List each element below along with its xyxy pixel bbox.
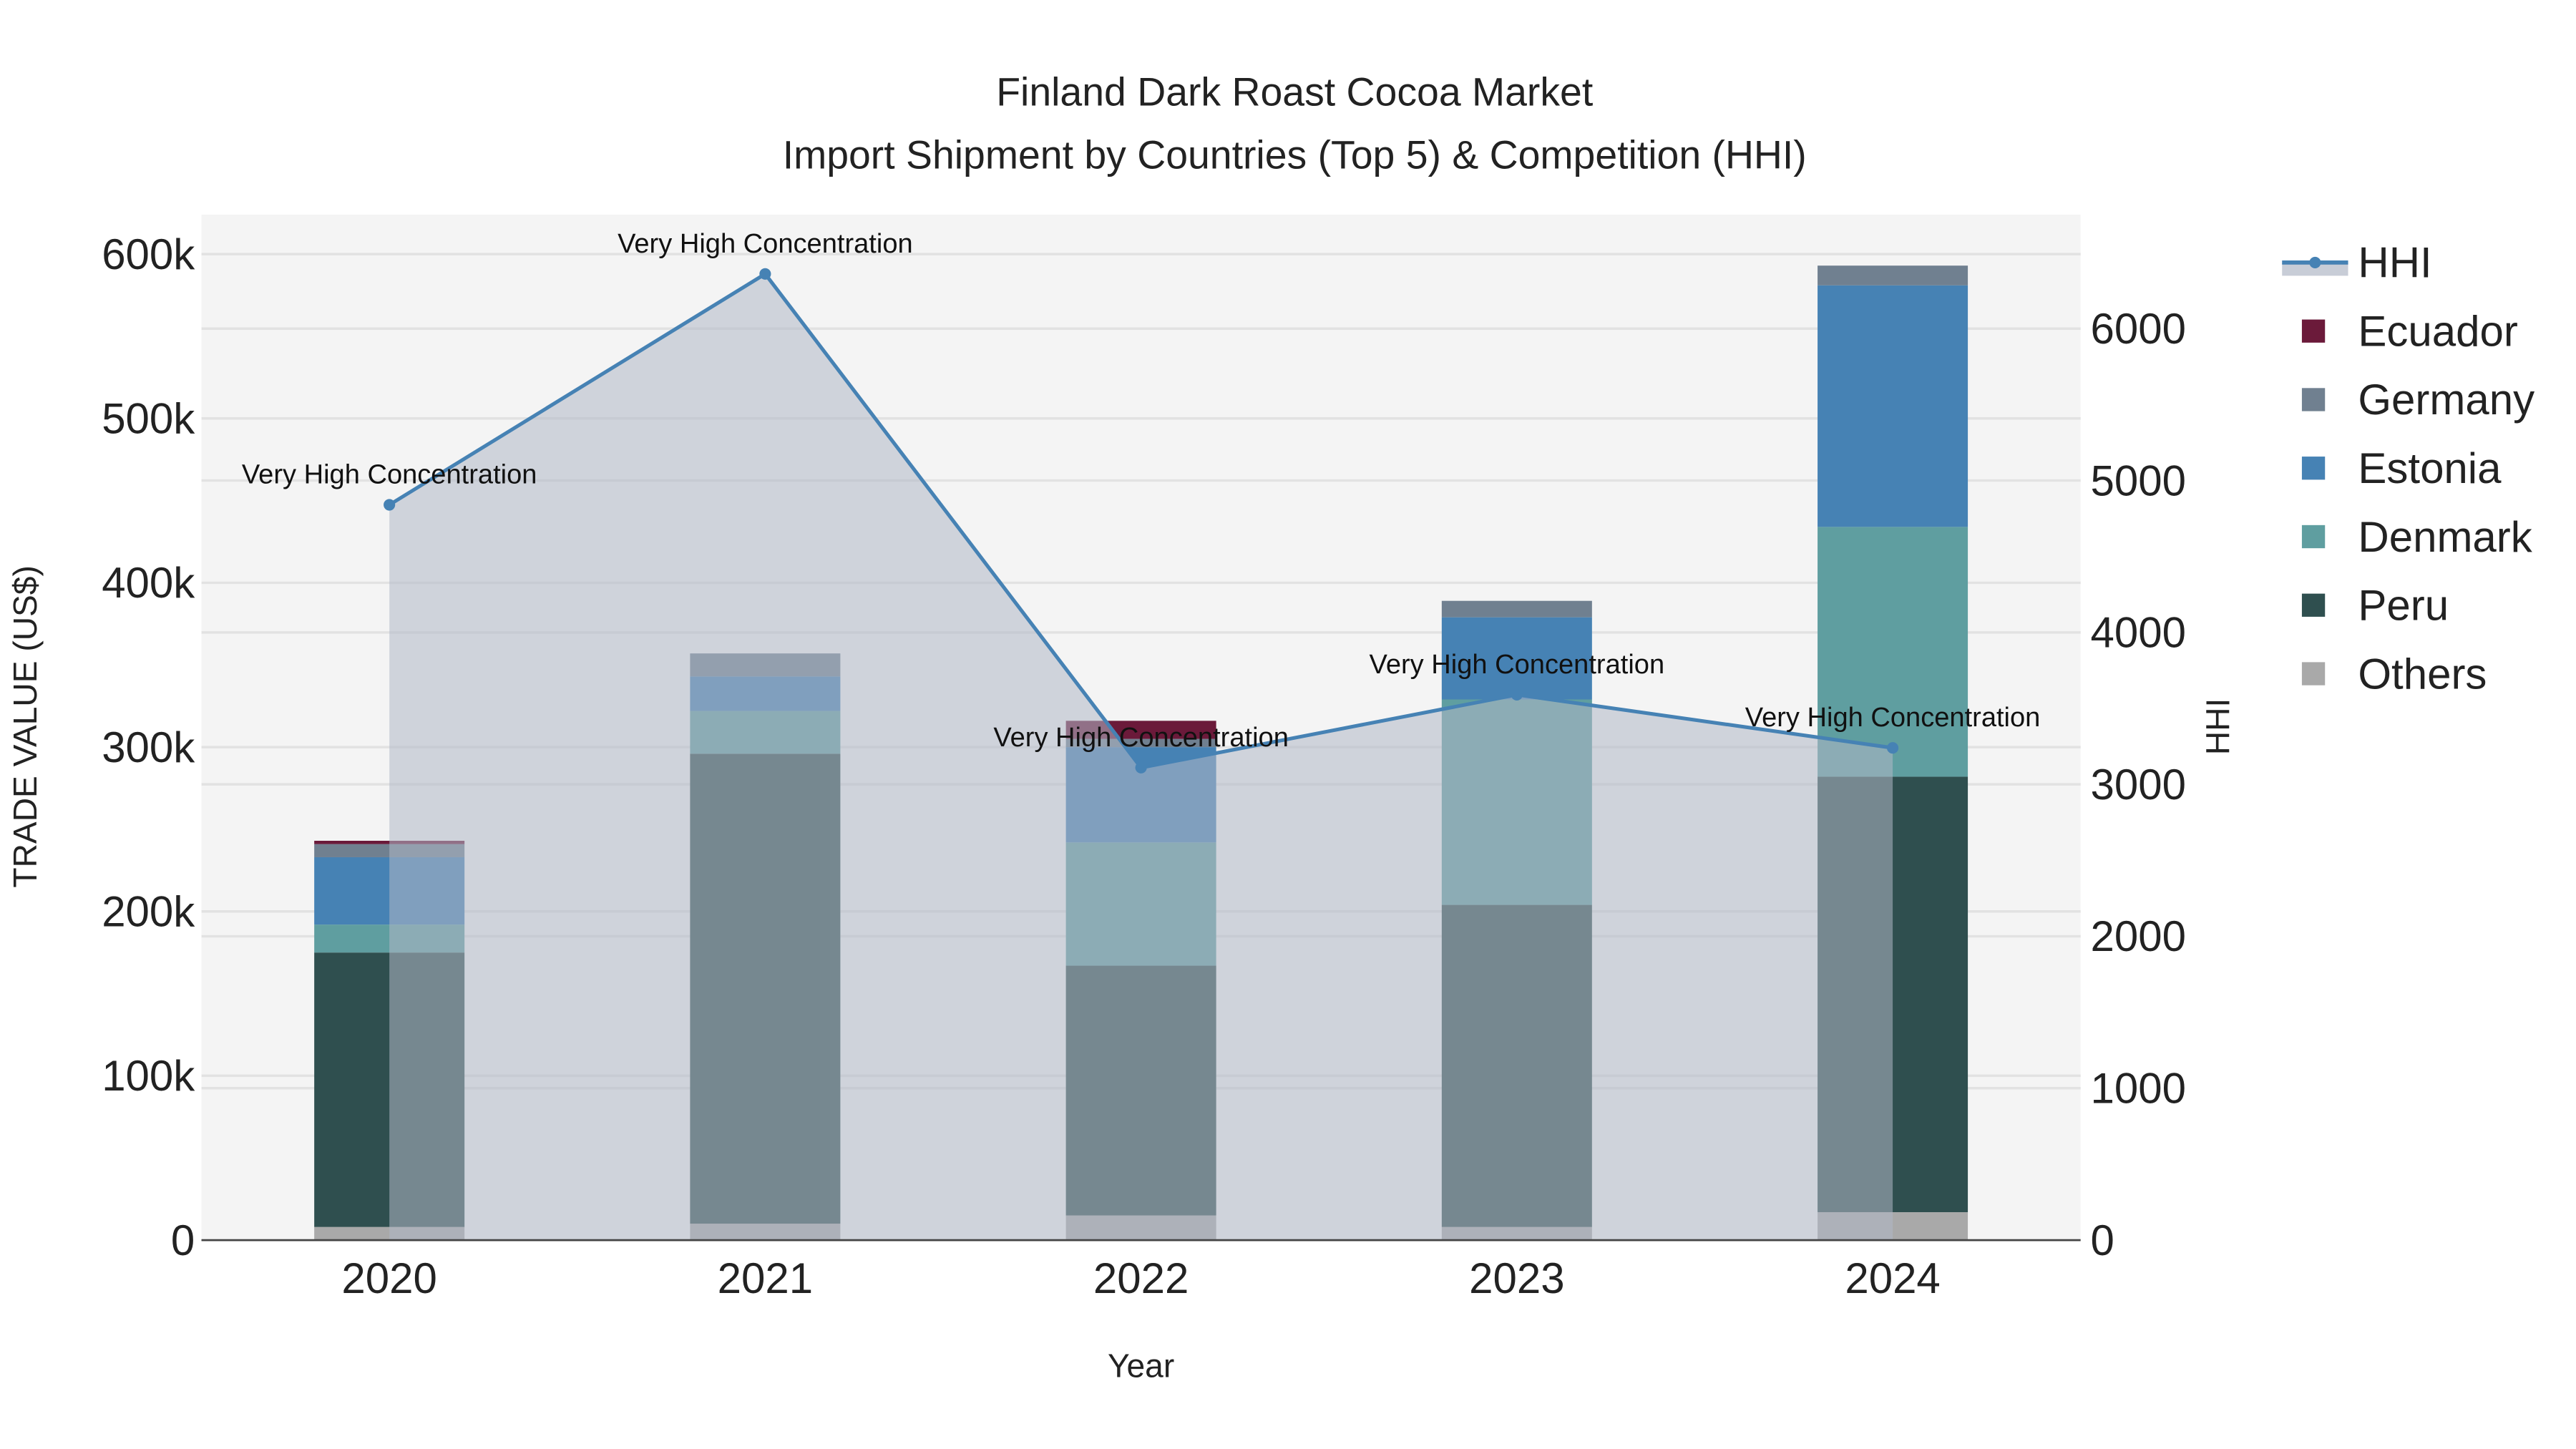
chart-subtitle: Import Shipment by Countries (Top 5) & C… (783, 132, 1807, 177)
y-tick-label: 0 (171, 1216, 195, 1264)
y2-axis-label: HHI (2199, 698, 2236, 755)
hhi-annotation: Very High Concentration (618, 229, 913, 259)
legend-label-peru: Peru (2358, 582, 2449, 630)
y2-tick-label: 2000 (2091, 912, 2186, 960)
y2-tick-label: 1000 (2091, 1065, 2186, 1113)
y2-tick-label: 0 (2091, 1216, 2114, 1264)
x-axis-ticks: 2020 2021 2022 2023 2024 (341, 1254, 1940, 1302)
chart-title: Finland Dark Roast Cocoa Market (996, 70, 1593, 114)
y-tick-label: 200k (102, 888, 195, 936)
legend-label-estonia: Estonia (2358, 444, 2502, 492)
y-tick-label: 500k (102, 395, 195, 443)
legend-label-others: Others (2358, 650, 2487, 698)
bar-germany (1818, 265, 1968, 286)
y-tick-label: 400k (102, 559, 195, 607)
legend-swatch-ecuador (2301, 319, 2326, 343)
y-tick-label: 100k (102, 1052, 195, 1100)
bar-estonia (1818, 285, 1968, 527)
y2-tick-label: 3000 (2091, 761, 2186, 809)
hhi-point (1135, 761, 1147, 774)
hhi-annotation: Very High Concentration (1370, 650, 1665, 680)
y-tick-label: 600k (102, 230, 195, 278)
legend-label-denmark: Denmark (2358, 513, 2532, 561)
legend-swatch-estonia (2301, 457, 2326, 480)
legend-swatch-denmark (2301, 525, 2326, 549)
x-axis-label: Year (1108, 1347, 1174, 1385)
legend-swatch-peru (2301, 593, 2326, 617)
y2-tick-label: 6000 (2091, 305, 2186, 353)
y2-axis-ticks: 0 1000 2000 3000 4000 5000 6000 (2091, 305, 2186, 1264)
hhi-annotation: Very High Concentration (993, 723, 1289, 753)
hhi-point (1511, 688, 1523, 701)
bar-germany (1441, 600, 1592, 618)
x-tick-label: 2021 (718, 1254, 813, 1302)
y2-tick-label: 4000 (2091, 609, 2186, 657)
x-tick-label: 2022 (1093, 1254, 1189, 1302)
legend: HHI Ecuador Germany Estonia Denmark Peru Other… (2282, 239, 2534, 698)
legend-swatch-germany (2301, 388, 2326, 411)
legend-label-germany: Germany (2358, 376, 2534, 424)
legend-swatch-others (2301, 662, 2326, 686)
hhi-point (384, 499, 396, 511)
hhi-point (1887, 742, 1899, 754)
legend-label-hhi: HHI (2358, 239, 2431, 287)
x-tick-label: 2024 (1845, 1254, 1940, 1302)
y2-tick-label: 5000 (2091, 457, 2186, 504)
x-tick-label: 2020 (341, 1254, 436, 1302)
y-axis-label: TRADE VALUE (US$) (6, 565, 44, 887)
legend-label-ecuador: Ecuador (2358, 307, 2517, 355)
hhi-annotation: Very High Concentration (1745, 703, 2041, 733)
hhi-point (759, 268, 771, 280)
y-tick-label: 300k (102, 723, 195, 771)
hhi-annotation: Very High Concentration (242, 460, 537, 490)
legend-hhi-marker (2309, 256, 2321, 268)
chart: 0 100k 200k 300k 400k 500k 600k 0 1000 2000 3000 4… (6, 70, 2534, 1385)
y-axis-ticks: 0 100k 200k 300k 400k 500k 600k (102, 230, 195, 1264)
x-tick-label: 2023 (1469, 1254, 1564, 1302)
